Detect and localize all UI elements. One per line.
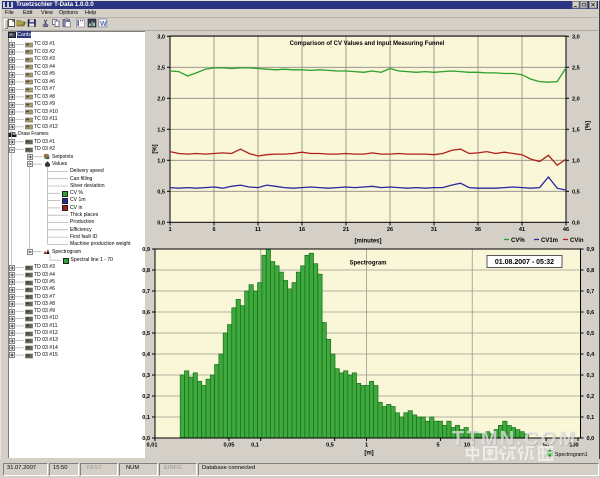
svg-text:0,0: 0,0 <box>157 221 165 227</box>
svg-text:1,0: 1,0 <box>157 159 165 165</box>
svg-text:1,5: 1,5 <box>157 128 165 134</box>
svg-text:16: 16 <box>299 227 305 233</box>
svg-text:01.08.2007 - 05:32: 01.08.2007 - 05:32 <box>495 259 554 266</box>
svg-text:0,01: 0,01 <box>147 443 158 449</box>
svg-text:5: 5 <box>436 443 439 449</box>
svg-text:0,6: 0,6 <box>587 310 595 316</box>
svg-text:0,2: 0,2 <box>587 394 595 400</box>
svg-text:0,0: 0,0 <box>572 221 580 227</box>
svg-text:11: 11 <box>255 227 261 233</box>
svg-text:2,0: 2,0 <box>157 97 165 103</box>
svg-text:0,4: 0,4 <box>587 352 596 358</box>
svg-text:[%]: [%] <box>153 144 159 153</box>
svg-text:46: 46 <box>563 227 569 233</box>
svg-text:Spectrogram: Spectrogram <box>349 261 386 267</box>
svg-text:Comparison of CV Values and In: Comparison of CV Values and Input Measur… <box>290 41 445 47</box>
svg-text:3,0: 3,0 <box>157 35 165 41</box>
svg-text:0,5: 0,5 <box>572 190 580 196</box>
svg-text:1,5: 1,5 <box>572 128 580 134</box>
svg-text:0,9: 0,9 <box>587 247 595 253</box>
svg-text:6: 6 <box>212 227 215 233</box>
svg-text:[m]: [m] <box>364 451 373 457</box>
svg-text:0,05: 0,05 <box>223 443 234 449</box>
svg-text:31: 31 <box>431 227 437 233</box>
svg-text:CVin: CVin <box>570 238 584 244</box>
svg-text:0,5: 0,5 <box>326 443 334 449</box>
svg-text:26: 26 <box>387 227 393 233</box>
svg-text:41: 41 <box>519 227 525 233</box>
svg-text:0,5: 0,5 <box>157 190 165 196</box>
svg-text:0,3: 0,3 <box>587 373 595 379</box>
svg-text:0,7: 0,7 <box>587 289 595 295</box>
svg-text:0,5: 0,5 <box>587 331 595 337</box>
svg-text:[minutes]: [minutes] <box>355 239 382 245</box>
svg-text:1,0: 1,0 <box>572 159 580 165</box>
svg-text:36: 36 <box>475 227 481 233</box>
svg-text:1: 1 <box>168 227 171 233</box>
svg-text:[%]: [%] <box>586 121 592 130</box>
svg-text:0,0: 0,0 <box>587 436 595 442</box>
svg-text:1: 1 <box>365 443 368 449</box>
svg-text:21: 21 <box>343 227 349 233</box>
svg-text:0,8: 0,8 <box>587 268 595 274</box>
svg-text:CV1m: CV1m <box>541 238 558 244</box>
svg-text:2,0: 2,0 <box>572 97 580 103</box>
svg-text:2,5: 2,5 <box>157 66 165 72</box>
svg-text:3,0: 3,0 <box>572 35 580 41</box>
svg-text:2,5: 2,5 <box>572 66 580 72</box>
svg-text:CV%: CV% <box>511 238 525 244</box>
svg-text:0,1: 0,1 <box>251 443 259 449</box>
svg-text:0,1: 0,1 <box>587 415 595 421</box>
